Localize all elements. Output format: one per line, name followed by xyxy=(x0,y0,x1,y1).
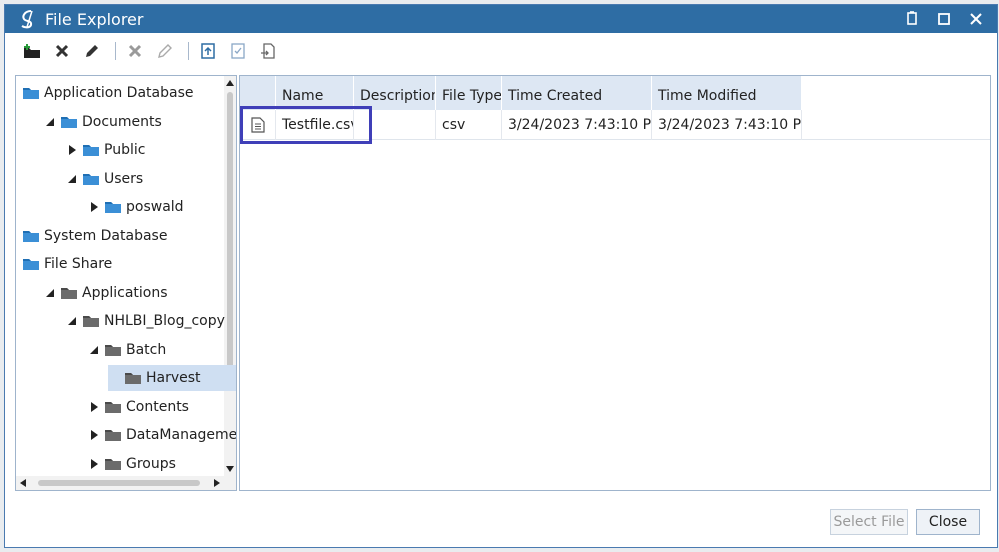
tree-connector xyxy=(108,372,120,384)
file-explorer-window: File Explorer Application Database Docum… xyxy=(4,4,998,548)
tree-item[interactable]: System Database xyxy=(22,223,167,249)
grid-header: Name Description File Type Time Created Time… xyxy=(240,76,990,110)
tree-item-label: Users xyxy=(104,170,144,187)
tree-horizontal-scroll-thumb[interactable] xyxy=(38,480,200,486)
folder-blue-icon xyxy=(82,172,100,186)
tree-item[interactable]: Users xyxy=(66,166,143,192)
maximize-icon[interactable] xyxy=(933,8,955,30)
column-header[interactable]: File Type xyxy=(436,76,502,110)
cell-description xyxy=(354,110,436,140)
folder-gray-icon xyxy=(124,371,142,385)
expand-arrow-icon[interactable] xyxy=(88,429,100,441)
tree-item-label: Contents xyxy=(126,398,189,415)
tree-item-label: Documents xyxy=(82,113,162,130)
tree-vertical-scrollbar[interactable] xyxy=(224,76,236,476)
tree-item-label: Applications xyxy=(82,284,168,301)
export-icon[interactable] xyxy=(255,38,281,64)
tree-item-label: poswald xyxy=(126,199,184,215)
toolbar-separator xyxy=(115,42,116,60)
collapse-arrow-icon[interactable] xyxy=(88,344,100,356)
app-logo-icon xyxy=(17,8,39,30)
collapse-arrow-icon[interactable] xyxy=(66,315,78,327)
tree-item[interactable]: Groups xyxy=(88,451,176,477)
rename-icon[interactable] xyxy=(79,38,105,64)
tree-item[interactable]: Contents xyxy=(88,394,189,420)
tree-item[interactable]: poswald xyxy=(88,194,184,220)
folder-blue-icon xyxy=(104,200,122,214)
folder-gray-icon xyxy=(104,400,122,414)
tree-item[interactable]: Harvest xyxy=(108,365,236,391)
cell-time-modified: 3/24/2023 7:43:10 PM xyxy=(652,110,802,140)
file-icon xyxy=(240,110,276,140)
delete-file-icon[interactable] xyxy=(122,38,148,64)
column-header[interactable]: Time Modified xyxy=(652,76,802,110)
folder-blue-icon xyxy=(82,143,100,157)
folder-blue-icon xyxy=(60,115,78,129)
column-header[interactable]: Name xyxy=(276,76,354,110)
tree-item-label: Groups xyxy=(126,455,176,472)
pin-icon[interactable] xyxy=(901,8,923,30)
column-header[interactable] xyxy=(240,76,276,110)
collapse-arrow-icon[interactable] xyxy=(44,116,56,128)
expand-arrow-icon[interactable] xyxy=(66,144,78,156)
window-title: File Explorer xyxy=(45,9,144,29)
tree-item-label: NHLBI_Blog_copy xyxy=(104,313,225,329)
table-row[interactable]: Testfile.csv csv 3/24/2023 7:43:10 PM 3/… xyxy=(240,110,990,140)
expand-arrow-icon[interactable] xyxy=(88,458,100,470)
tree-item-label: DataManagemen xyxy=(126,427,237,443)
folder-gray-icon xyxy=(82,314,100,328)
cell-file-type: csv xyxy=(436,110,502,140)
tree-item-label: Batch xyxy=(126,341,167,358)
folder-tree: Application Database Documents Public Users… xyxy=(15,75,237,491)
toolbar-separator xyxy=(188,42,189,60)
select-file-button[interactable]: Select File xyxy=(830,509,908,535)
collapse-arrow-icon[interactable] xyxy=(66,173,78,185)
delete-icon[interactable] xyxy=(49,38,75,64)
close-icon[interactable] xyxy=(965,8,987,30)
tree-vertical-scroll-thumb[interactable] xyxy=(227,92,233,388)
tree-item[interactable]: NHLBI_Blog_copy xyxy=(66,308,225,334)
upload-icon[interactable] xyxy=(195,38,221,64)
collapse-arrow-icon[interactable] xyxy=(44,287,56,299)
tree-item[interactable]: Documents xyxy=(44,109,162,135)
folder-blue-icon xyxy=(22,229,40,243)
folder-blue-icon xyxy=(22,86,40,100)
close-button[interactable]: Close xyxy=(916,509,980,535)
tree-item-label: Harvest xyxy=(146,370,201,386)
tree-item[interactable]: File Share xyxy=(22,251,112,277)
column-header[interactable]: Time Created xyxy=(502,76,652,110)
folder-gray-icon xyxy=(104,428,122,442)
folder-gray-icon xyxy=(104,457,122,471)
edit-file-icon[interactable] xyxy=(152,38,178,64)
tree-item[interactable]: Applications xyxy=(44,280,168,306)
tree-item[interactable]: Batch xyxy=(88,337,166,363)
tree-item[interactable]: Application Database xyxy=(22,80,193,106)
expand-arrow-icon[interactable] xyxy=(88,401,100,413)
tree-item[interactable]: Public xyxy=(66,137,145,163)
tree-item-label: Application Database xyxy=(44,85,194,101)
folder-gray-icon xyxy=(60,286,78,300)
column-header[interactable]: Description xyxy=(354,76,436,110)
file-grid: Name Description File Type Time Created Time… xyxy=(239,75,991,491)
dialog-footer: Select File Close xyxy=(5,503,997,547)
folder-blue-icon xyxy=(22,257,40,271)
cell-name: Testfile.csv xyxy=(276,110,354,140)
tree-item[interactable]: DataManagemen xyxy=(88,422,237,448)
folder-gray-icon xyxy=(104,343,122,357)
expand-arrow-icon[interactable] xyxy=(88,201,100,213)
tree-horizontal-scrollbar[interactable] xyxy=(16,476,236,490)
tree-item-label: Public xyxy=(104,142,146,158)
tree-item-label: System Database xyxy=(44,227,168,244)
title-bar: File Explorer xyxy=(5,5,997,33)
download-icon[interactable] xyxy=(225,38,251,64)
tree-item-label: File Share xyxy=(44,256,113,272)
toolbar xyxy=(5,33,997,69)
cell-time-created: 3/24/2023 7:43:10 PM xyxy=(502,110,652,140)
new-folder-icon[interactable] xyxy=(19,38,45,64)
